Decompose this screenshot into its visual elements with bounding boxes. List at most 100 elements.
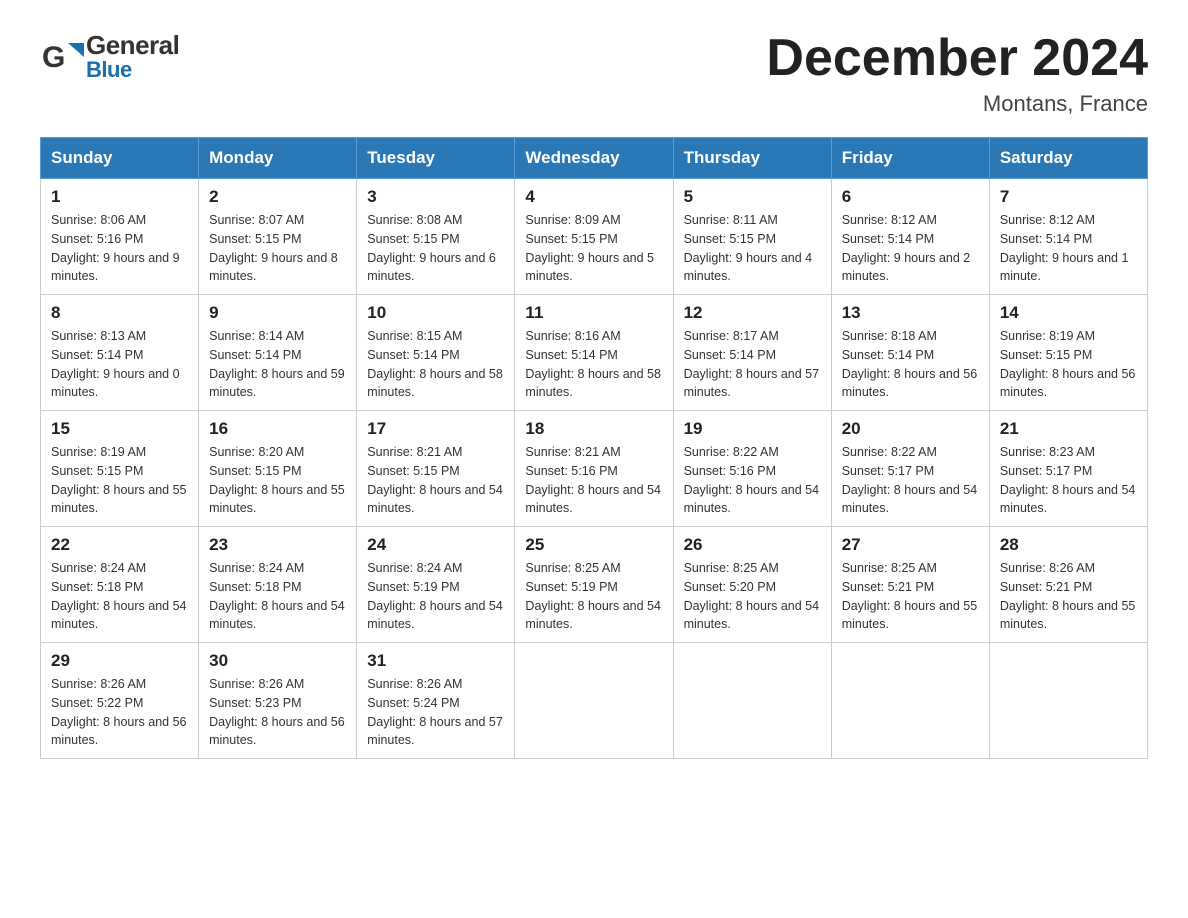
day-info: Sunrise: 8:17 AMSunset: 5:14 PMDaylight:… bbox=[684, 327, 821, 402]
day-info: Sunrise: 8:06 AMSunset: 5:16 PMDaylight:… bbox=[51, 211, 188, 286]
calendar-cell: 22 Sunrise: 8:24 AMSunset: 5:18 PMDayligh… bbox=[41, 527, 199, 643]
day-info: Sunrise: 8:22 AMSunset: 5:16 PMDaylight:… bbox=[684, 443, 821, 518]
day-info: Sunrise: 8:20 AMSunset: 5:15 PMDaylight:… bbox=[209, 443, 346, 518]
day-number: 19 bbox=[684, 419, 821, 439]
calendar-cell: 4Sunrise: 8:09 AMSunset: 5:15 PMDaylight… bbox=[515, 179, 673, 295]
day-info: Sunrise: 8:07 AMSunset: 5:15 PMDaylight:… bbox=[209, 211, 346, 286]
calendar-cell: 9 Sunrise: 8:14 AMSunset: 5:14 PMDaylight… bbox=[199, 295, 357, 411]
svg-text:G: G bbox=[42, 41, 65, 74]
day-info: Sunrise: 8:12 AMSunset: 5:14 PMDaylight:… bbox=[1000, 211, 1137, 286]
day-info: Sunrise: 8:25 AMSunset: 5:20 PMDaylight:… bbox=[684, 559, 821, 634]
day-number: 10 bbox=[367, 303, 504, 323]
day-number: 16 bbox=[209, 419, 346, 439]
day-info: Sunrise: 8:24 AMSunset: 5:18 PMDaylight:… bbox=[209, 559, 346, 634]
calendar-cell: 18Sunrise: 8:21 AMSunset: 5:16 PMDayligh… bbox=[515, 411, 673, 527]
calendar-header: Sunday Monday Tuesday Wednesday Thursday… bbox=[41, 138, 1148, 179]
day-info: Sunrise: 8:14 AMSunset: 5:14 PMDaylight:… bbox=[209, 327, 346, 402]
day-number: 6 bbox=[842, 187, 979, 207]
calendar-cell: 30 Sunrise: 8:26 AMSunset: 5:23 PMDayligh… bbox=[199, 643, 357, 759]
day-info: Sunrise: 8:09 AMSunset: 5:15 PMDaylight:… bbox=[525, 211, 662, 286]
day-number: 13 bbox=[842, 303, 979, 323]
logo-icon: G bbox=[40, 35, 84, 79]
calendar-cell bbox=[989, 643, 1147, 759]
day-info: Sunrise: 8:11 AMSunset: 5:15 PMDaylight:… bbox=[684, 211, 821, 286]
title-area: December 2024 Montans, France bbox=[766, 30, 1148, 117]
day-number: 29 bbox=[51, 651, 188, 671]
day-number: 25 bbox=[525, 535, 662, 555]
calendar-cell: 6 Sunrise: 8:12 AMSunset: 5:14 PMDaylight… bbox=[831, 179, 989, 295]
day-number: 3 bbox=[367, 187, 504, 207]
day-info: Sunrise: 8:12 AMSunset: 5:14 PMDaylight:… bbox=[842, 211, 979, 286]
location-text: Montans, France bbox=[766, 91, 1148, 117]
day-info: Sunrise: 8:22 AMSunset: 5:17 PMDaylight:… bbox=[842, 443, 979, 518]
day-number: 9 bbox=[209, 303, 346, 323]
calendar-cell: 15Sunrise: 8:19 AMSunset: 5:15 PMDayligh… bbox=[41, 411, 199, 527]
day-info: Sunrise: 8:21 AMSunset: 5:15 PMDaylight:… bbox=[367, 443, 504, 518]
day-number: 20 bbox=[842, 419, 979, 439]
calendar-cell: 12 Sunrise: 8:17 AMSunset: 5:14 PMDayligh… bbox=[673, 295, 831, 411]
calendar-cell: 10Sunrise: 8:15 AMSunset: 5:14 PMDayligh… bbox=[357, 295, 515, 411]
day-number: 12 bbox=[684, 303, 821, 323]
calendar-week-row: 8Sunrise: 8:13 AMSunset: 5:14 PMDaylight… bbox=[41, 295, 1148, 411]
calendar-cell bbox=[515, 643, 673, 759]
calendar-cell: 29 Sunrise: 8:26 AMSunset: 5:22 PMDayligh… bbox=[41, 643, 199, 759]
calendar-cell: 7 Sunrise: 8:12 AMSunset: 5:14 PMDaylight… bbox=[989, 179, 1147, 295]
calendar-cell: 28 Sunrise: 8:26 AMSunset: 5:21 PMDayligh… bbox=[989, 527, 1147, 643]
day-info: Sunrise: 8:24 AMSunset: 5:18 PMDaylight:… bbox=[51, 559, 188, 634]
logo-blue-text: Blue bbox=[86, 57, 179, 83]
calendar-week-row: 29 Sunrise: 8:26 AMSunset: 5:22 PMDayligh… bbox=[41, 643, 1148, 759]
day-number: 28 bbox=[1000, 535, 1137, 555]
logo-text-group: General Blue bbox=[86, 30, 179, 83]
calendar-week-row: 15Sunrise: 8:19 AMSunset: 5:15 PMDayligh… bbox=[41, 411, 1148, 527]
calendar-cell: 17 Sunrise: 8:21 AMSunset: 5:15 PMDayligh… bbox=[357, 411, 515, 527]
calendar-cell: 27 Sunrise: 8:25 AMSunset: 5:21 PMDayligh… bbox=[831, 527, 989, 643]
day-info: Sunrise: 8:18 AMSunset: 5:14 PMDaylight:… bbox=[842, 327, 979, 402]
day-info: Sunrise: 8:26 AMSunset: 5:22 PMDaylight:… bbox=[51, 675, 188, 750]
calendar-cell: 16 Sunrise: 8:20 AMSunset: 5:15 PMDayligh… bbox=[199, 411, 357, 527]
day-info: Sunrise: 8:08 AMSunset: 5:15 PMDaylight:… bbox=[367, 211, 504, 286]
day-info: Sunrise: 8:26 AMSunset: 5:23 PMDaylight:… bbox=[209, 675, 346, 750]
calendar-cell: 2 Sunrise: 8:07 AMSunset: 5:15 PMDaylight… bbox=[199, 179, 357, 295]
day-info: Sunrise: 8:19 AMSunset: 5:15 PMDaylight:… bbox=[1000, 327, 1137, 402]
calendar-cell: 5 Sunrise: 8:11 AMSunset: 5:15 PMDaylight… bbox=[673, 179, 831, 295]
day-number: 2 bbox=[209, 187, 346, 207]
day-info: Sunrise: 8:23 AMSunset: 5:17 PMDaylight:… bbox=[1000, 443, 1137, 518]
page-header: G General Blue December 2024 Montans, Fr… bbox=[40, 30, 1148, 117]
day-number: 14 bbox=[1000, 303, 1137, 323]
day-number: 21 bbox=[1000, 419, 1137, 439]
day-number: 26 bbox=[684, 535, 821, 555]
col-wednesday: Wednesday bbox=[515, 138, 673, 179]
calendar-cell: 23 Sunrise: 8:24 AMSunset: 5:18 PMDayligh… bbox=[199, 527, 357, 643]
col-tuesday: Tuesday bbox=[357, 138, 515, 179]
col-friday: Friday bbox=[831, 138, 989, 179]
col-monday: Monday bbox=[199, 138, 357, 179]
day-number: 5 bbox=[684, 187, 821, 207]
calendar-cell: 13 Sunrise: 8:18 AMSunset: 5:14 PMDayligh… bbox=[831, 295, 989, 411]
day-number: 8 bbox=[51, 303, 188, 323]
calendar-cell bbox=[831, 643, 989, 759]
calendar-cell: 24Sunrise: 8:24 AMSunset: 5:19 PMDayligh… bbox=[357, 527, 515, 643]
day-info: Sunrise: 8:26 AMSunset: 5:21 PMDaylight:… bbox=[1000, 559, 1137, 634]
day-number: 17 bbox=[367, 419, 504, 439]
calendar-cell bbox=[673, 643, 831, 759]
day-number: 23 bbox=[209, 535, 346, 555]
calendar-cell: 19 Sunrise: 8:22 AMSunset: 5:16 PMDayligh… bbox=[673, 411, 831, 527]
day-info: Sunrise: 8:25 AMSunset: 5:21 PMDaylight:… bbox=[842, 559, 979, 634]
col-sunday: Sunday bbox=[41, 138, 199, 179]
month-title: December 2024 bbox=[766, 30, 1148, 87]
calendar-cell: 26 Sunrise: 8:25 AMSunset: 5:20 PMDayligh… bbox=[673, 527, 831, 643]
day-number: 24 bbox=[367, 535, 504, 555]
day-number: 30 bbox=[209, 651, 346, 671]
calendar-cell: 20 Sunrise: 8:22 AMSunset: 5:17 PMDayligh… bbox=[831, 411, 989, 527]
day-number: 7 bbox=[1000, 187, 1137, 207]
calendar-week-row: 1Sunrise: 8:06 AMSunset: 5:16 PMDaylight… bbox=[41, 179, 1148, 295]
calendar-table: Sunday Monday Tuesday Wednesday Thursday… bbox=[40, 137, 1148, 759]
calendar-cell: 11Sunrise: 8:16 AMSunset: 5:14 PMDayligh… bbox=[515, 295, 673, 411]
col-thursday: Thursday bbox=[673, 138, 831, 179]
day-number: 27 bbox=[842, 535, 979, 555]
day-info: Sunrise: 8:21 AMSunset: 5:16 PMDaylight:… bbox=[525, 443, 662, 518]
day-info: Sunrise: 8:26 AMSunset: 5:24 PMDaylight:… bbox=[367, 675, 504, 750]
day-info: Sunrise: 8:16 AMSunset: 5:14 PMDaylight:… bbox=[525, 327, 662, 402]
day-number: 22 bbox=[51, 535, 188, 555]
day-number: 31 bbox=[367, 651, 504, 671]
